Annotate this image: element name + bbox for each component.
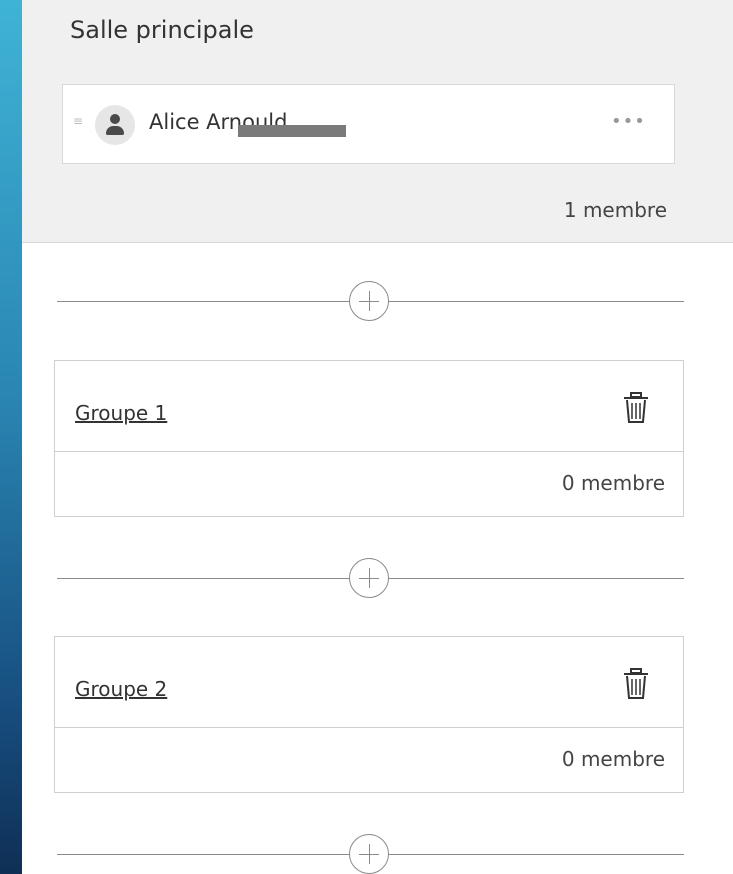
more-options-icon[interactable]: ••• xyxy=(611,111,646,132)
main-room-member-count: 1 membre xyxy=(563,198,667,222)
main-room-panel: Salle principale ≡ Alice Arnould ••• 1 m… xyxy=(22,0,733,243)
main-room-title: Salle principale xyxy=(70,16,254,44)
group-name-link[interactable]: Groupe 2 xyxy=(75,677,167,701)
add-circle-icon[interactable] xyxy=(349,558,389,598)
left-side-strip xyxy=(0,0,22,874)
group-member-count: 0 membre xyxy=(561,471,665,495)
add-circle-icon[interactable] xyxy=(349,834,389,874)
group-member-count: 0 membre xyxy=(561,747,665,771)
trash-icon[interactable] xyxy=(621,391,651,425)
trash-icon[interactable] xyxy=(621,667,651,701)
add-group-separator xyxy=(57,281,684,321)
group-card-2: Groupe 2 0 membre xyxy=(54,636,684,793)
add-group-separator xyxy=(57,834,684,874)
add-circle-icon[interactable] xyxy=(349,281,389,321)
drag-handle-icon[interactable]: ≡ xyxy=(73,115,83,127)
add-group-separator xyxy=(57,558,684,598)
group-name-link[interactable]: Groupe 1 xyxy=(75,401,167,425)
group-card-1: Groupe 1 0 membre xyxy=(54,360,684,517)
member-card[interactable]: ≡ Alice Arnould ••• xyxy=(62,84,675,164)
user-icon xyxy=(95,105,135,145)
redaction-bar xyxy=(238,125,346,137)
